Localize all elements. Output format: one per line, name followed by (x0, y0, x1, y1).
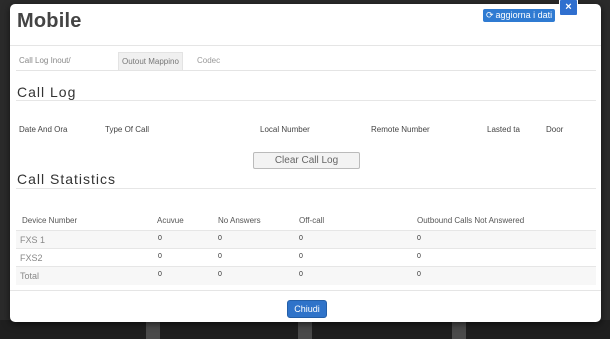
refresh-data-button[interactable]: ⟳ aggiorna i dati (483, 9, 556, 22)
refresh-label: aggiorna i dati (495, 10, 553, 20)
col-local: Local Number (260, 125, 310, 134)
mobile-modal: Mobile ⟳ aggiorna i dati Call Log Inout/ … (10, 4, 601, 322)
col-acuvue: Acuvue (157, 216, 184, 225)
table-row: FXS 1 0 0 0 0 (16, 230, 596, 249)
divider (16, 100, 596, 101)
close-modal-button[interactable]: Chiudi (287, 300, 327, 318)
cell-value: 0 (158, 253, 162, 260)
col-type: Type Of Call (105, 125, 150, 134)
table-header: Device Number Acuvue No Answers Off-call… (16, 212, 596, 230)
modal-title: Mobile (17, 10, 82, 32)
tab-bar: Call Log Inout/ Outout Mappino Codec (16, 52, 596, 71)
cell-value: 0 (299, 235, 303, 242)
table-row: Total 0 0 0 0 (16, 266, 596, 285)
cell-value: 0 (299, 253, 303, 260)
backdrop-stripe (452, 322, 466, 339)
device-name: Total (20, 271, 40, 281)
table-row: FXS2 0 0 0 0 (16, 248, 596, 267)
col-outbound-not-answered: Outbound Calls Not Answered (417, 216, 525, 225)
backdrop-stripe (146, 322, 160, 339)
col-date: Date And Ora (19, 125, 68, 134)
cell-value: 0 (158, 235, 162, 242)
tab-call-log-inout[interactable]: Call Log Inout/ (19, 52, 71, 69)
col-remote: Remote Number (371, 125, 430, 134)
modal-footer: Chiudi (10, 290, 601, 322)
cell-value: 0 (417, 271, 421, 278)
cell-value: 0 (218, 235, 222, 242)
close-icon[interactable]: × (559, 0, 578, 16)
tab-codec[interactable]: Codec (197, 52, 220, 69)
cell-value: 0 (218, 253, 222, 260)
call-log-title: Call Log (17, 84, 77, 100)
backdrop-stripe (298, 322, 312, 339)
refresh-icon: ⟳ (486, 10, 494, 20)
device-name: FXS2 (20, 253, 43, 263)
backdrop (0, 320, 610, 339)
close-label: Chiudi (294, 304, 320, 314)
cell-value: 0 (158, 271, 162, 278)
call-statistics-title: Call Statistics (17, 171, 117, 187)
tab-outout-mapping[interactable]: Outout Mappino (118, 52, 183, 70)
col-off-call: Off-call (299, 216, 325, 225)
col-device-number: Device Number (22, 216, 78, 225)
col-door: Door (546, 125, 564, 134)
cell-value: 0 (218, 271, 222, 278)
cell-value: 0 (417, 235, 421, 242)
modal-header: Mobile ⟳ aggiorna i dati (10, 4, 601, 46)
col-lasted: Lasted ta (487, 125, 520, 134)
clear-call-log-label: Clear Call Log (274, 155, 339, 166)
col-no-answers: No Answers (218, 216, 261, 225)
clear-call-log-button[interactable]: Clear Call Log (253, 152, 360, 169)
divider (16, 188, 596, 189)
cell-value: 0 (299, 271, 303, 278)
cell-value: 0 (417, 253, 421, 260)
device-name: FXS 1 (20, 235, 46, 245)
